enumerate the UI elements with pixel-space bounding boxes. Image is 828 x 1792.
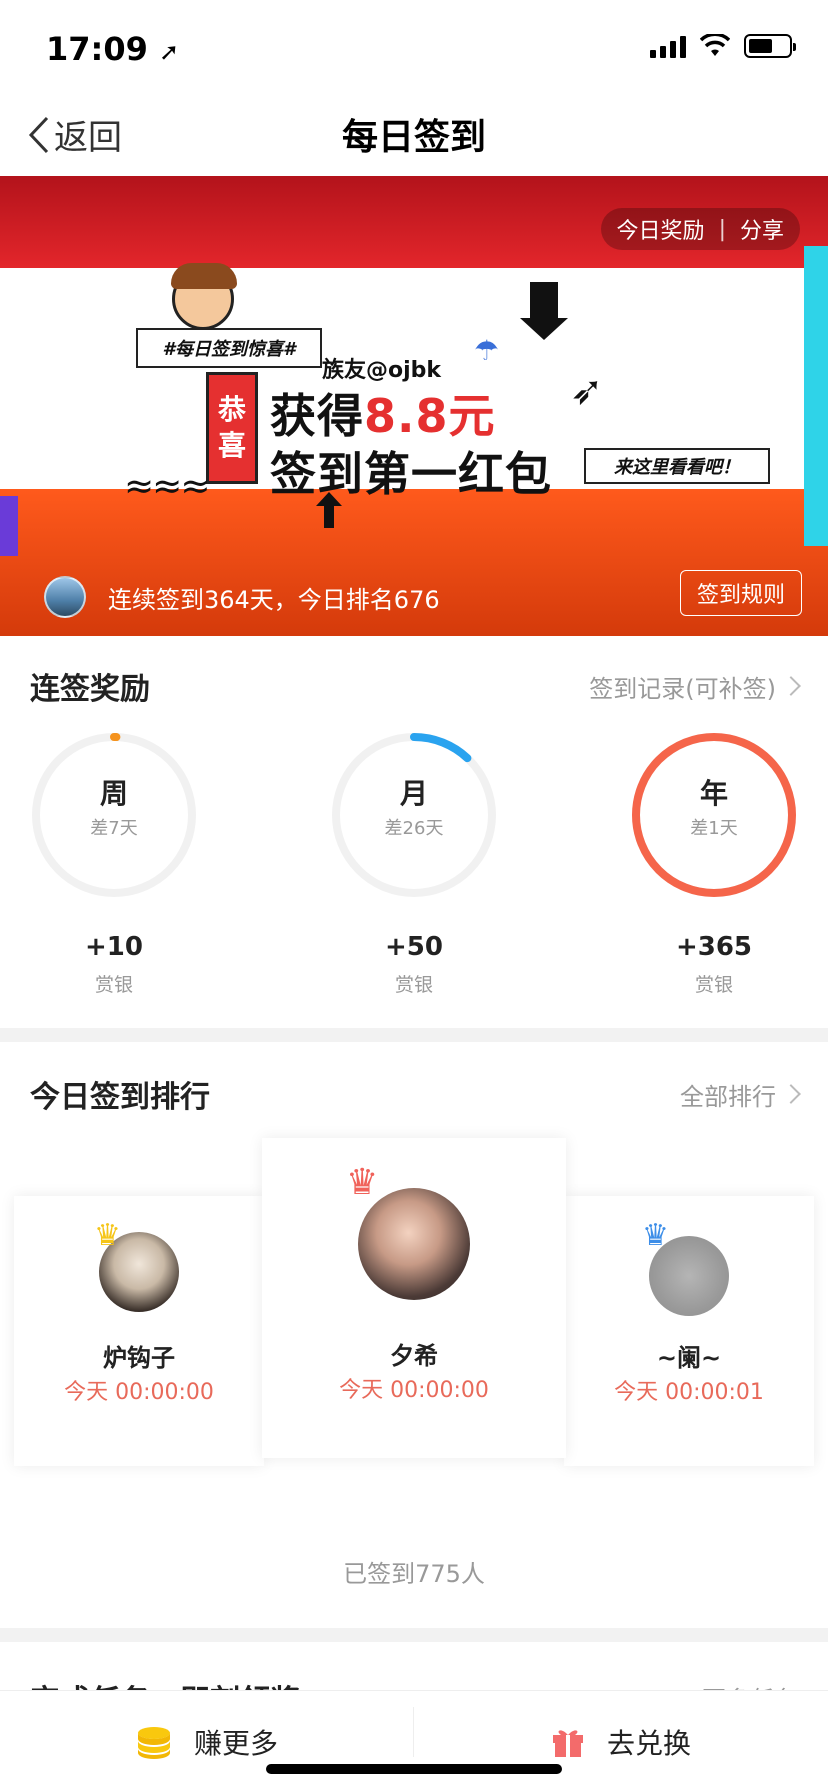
rank-name: 夕希 — [390, 1342, 438, 1370]
location-arrow-icon: ➚ — [159, 38, 180, 66]
mascot-illustration — [171, 263, 237, 330]
ring-month: 月 差26天 +50 赏银 — [329, 730, 499, 996]
rank-time: 今天 00:00:00 — [339, 1378, 489, 1403]
rank-card-first[interactable]: ♛ 夕希 今天 00:00:00 — [262, 1138, 566, 1458]
crown-icon: ♛ — [346, 1162, 379, 1203]
umbrella-icon: ☂ — [474, 334, 500, 367]
ring-week: 周 差7天 +10 赏银 — [29, 730, 199, 996]
ring-month-unit: 赏银 — [394, 974, 433, 996]
ring-year-remaining: 差1天 — [690, 818, 738, 839]
section-divider — [0, 1028, 828, 1042]
avatar — [358, 1188, 470, 1300]
rank-card-third[interactable]: ♛ ~阑~ 今天 00:00:01 — [564, 1196, 814, 1466]
promo-headline: 获得8.8元 — [270, 380, 496, 446]
banner-tabs: 今日奖励 | 分享 — [600, 208, 800, 250]
rank-time: 今天 00:00:00 — [64, 1380, 214, 1405]
arrow-down-icon — [520, 282, 568, 340]
ring-year: 年 差1天 +365 赏银 — [629, 730, 799, 996]
banner-decor-purple — [0, 496, 18, 556]
ring-year-unit: 赏银 — [694, 974, 733, 996]
ranking-podium: ♛ 炉钩子 今天 00:00:00 ♛ 夕希 今天 00:00:00 ♛ ~阑~… — [0, 1130, 828, 1470]
status-bar: 17:09 ➚ — [0, 0, 828, 100]
crown-icon: ♛ — [642, 1218, 669, 1253]
status-time: 17:09 ➚ — [46, 30, 179, 68]
chevron-right-icon — [781, 1084, 801, 1104]
ring-month-label: 月 — [399, 777, 428, 810]
wifi-icon — [700, 34, 730, 56]
congrats-char-1: 恭 — [217, 392, 246, 426]
nav-bar: 返回 每日签到 — [0, 100, 828, 176]
cursor-icon: ➶ — [570, 368, 604, 414]
earn-more-label: 赚更多 — [193, 1727, 278, 1760]
streak-rewards-title: 连签奖励 — [30, 672, 150, 707]
status-icons — [650, 34, 796, 58]
rank-time: 今天 00:00:01 — [614, 1380, 764, 1405]
arrow-up-icon — [316, 492, 342, 528]
congrats-char-2: 喜 — [217, 429, 246, 462]
ring-week-reward: +10 — [85, 932, 143, 962]
all-ranking-label: 全部排行 — [680, 1082, 776, 1111]
ring-month-remaining: 差26天 — [384, 818, 444, 839]
share-tab[interactable]: 分享 — [740, 213, 784, 245]
chevron-right-icon — [781, 676, 801, 696]
promo-amount: 8.8元 — [364, 389, 496, 443]
ring-year-reward: +365 — [675, 932, 753, 962]
all-ranking-link[interactable]: 全部排行 — [680, 1077, 801, 1112]
waves-icon: ≈≈≈ — [124, 466, 210, 507]
streak-rewards-header: 连签奖励 签到记录(可补签) — [30, 664, 801, 708]
home-indicator — [266, 1764, 562, 1774]
status-time-text: 17:09 — [46, 30, 148, 68]
section-divider — [0, 1628, 828, 1642]
promo-look-here: 来这里看看吧！ — [584, 448, 770, 484]
ranking-header: 今日签到排行 全部排行 — [30, 1072, 801, 1116]
rank-name: ~阑~ — [656, 1344, 722, 1372]
promo-got: 获得 — [270, 389, 364, 443]
rank-name: 炉钩子 — [103, 1344, 175, 1372]
congrats-badge: 恭 喜 — [206, 372, 258, 484]
exchange-button[interactable]: 去兑换 — [414, 1691, 828, 1792]
rank-card-second[interactable]: ♛ 炉钩子 今天 00:00:00 — [14, 1196, 264, 1466]
ring-week-remaining: 差7天 — [90, 818, 138, 839]
promo-banner[interactable]: 今日奖励 | 分享 #每日签到惊喜# 族友@ojbk 恭 喜 获得8.8元 签到… — [0, 176, 828, 636]
promo-subline: 签到第一红包 — [270, 447, 552, 501]
banner-decor-cyan — [804, 246, 828, 546]
today-reward-tab[interactable]: 今日奖励 — [617, 213, 705, 245]
checkin-record-link[interactable]: 签到记录(可补签) — [589, 669, 801, 704]
ring-month-reward: +50 — [385, 932, 443, 962]
streak-status-text: 连续签到364天，今日排名676 — [108, 586, 440, 614]
battery-icon — [744, 34, 796, 58]
streak-rings: 周 差7天 +10 赏银 月 差26天 +50 赏银 年 差1天 +365 赏银 — [0, 730, 828, 1000]
earn-more-button[interactable]: 赚更多 — [0, 1691, 414, 1792]
cellular-signal-icon — [650, 34, 686, 58]
avatar[interactable] — [44, 576, 86, 618]
coins-icon — [137, 1727, 170, 1759]
tab-divider: | — [718, 216, 726, 242]
gift-icon — [552, 1730, 583, 1757]
ring-week-label: 周 — [99, 777, 128, 810]
checkin-record-label: 签到记录(可补签) — [589, 674, 776, 703]
daily-checkin-page: 17:09 ➚ 返回 每日签到 今日奖励 | 分享 #每日签到惊喜# 族友@oj… — [0, 0, 828, 1792]
signed-count: 已签到775人 — [343, 1560, 485, 1588]
crown-icon: ♛ — [94, 1218, 121, 1253]
ranking-title: 今日签到排行 — [30, 1080, 210, 1115]
checkin-rules-button[interactable]: 签到规则 — [680, 570, 802, 616]
ring-year-label: 年 — [699, 777, 728, 810]
bottom-action-bar: 赚更多 去兑换 — [0, 1690, 828, 1792]
page-title: 每日签到 — [341, 117, 486, 158]
promo-hashtag: #每日签到惊喜# — [136, 328, 322, 368]
exchange-label: 去兑换 — [606, 1727, 691, 1760]
ring-week-unit: 赏银 — [94, 974, 133, 996]
banner-footer: 连续签到364天，今日排名676 签到规则 — [0, 556, 828, 636]
